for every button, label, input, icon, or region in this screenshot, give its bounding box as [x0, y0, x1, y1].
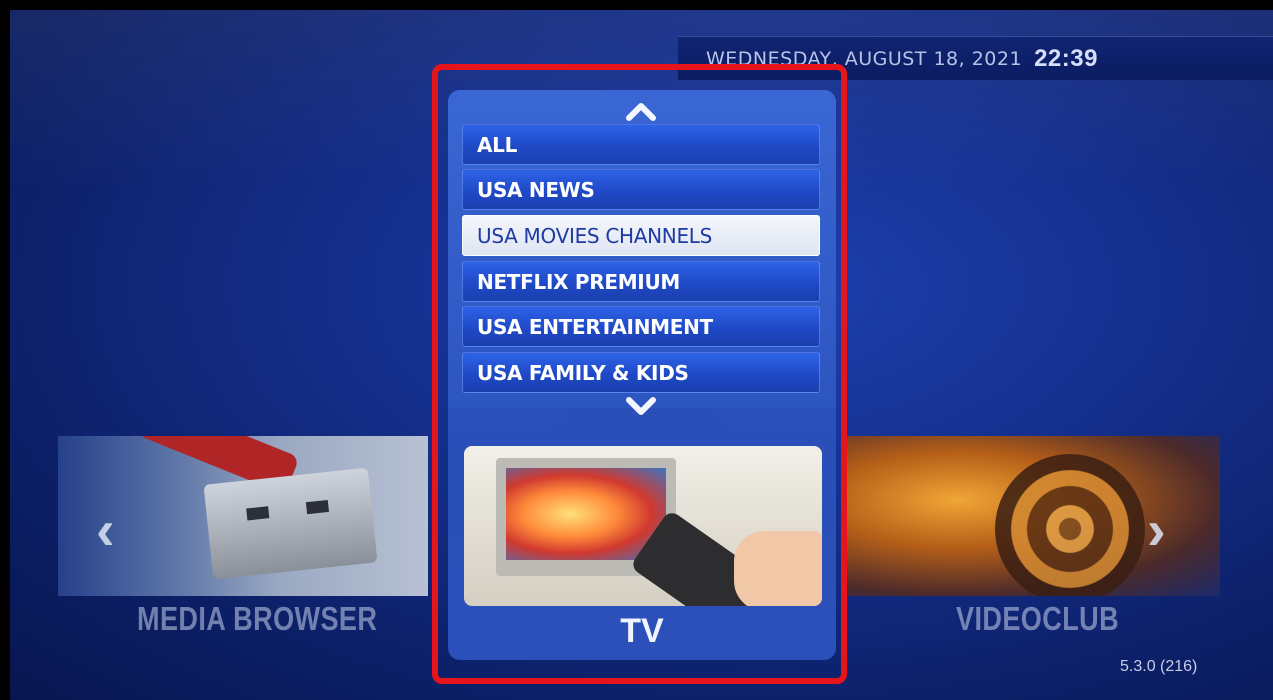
clock-time: 22:39: [1034, 44, 1098, 72]
version-text: 5.3.0 (216): [1120, 658, 1198, 675]
usb-drive-image: [203, 467, 378, 580]
selection-highlight-frame: [432, 64, 847, 684]
film-reel-image: [995, 454, 1145, 596]
usb-slot: [305, 499, 329, 515]
chevron-right-icon[interactable]: ›: [1147, 495, 1187, 565]
usb-slot: [246, 506, 270, 521]
videoclub-label: VIDEOCLUB: [956, 600, 1120, 637]
media-browser-label: MEDIA BROWSER: [137, 600, 378, 637]
chevron-left-icon[interactable]: ‹: [96, 495, 136, 565]
